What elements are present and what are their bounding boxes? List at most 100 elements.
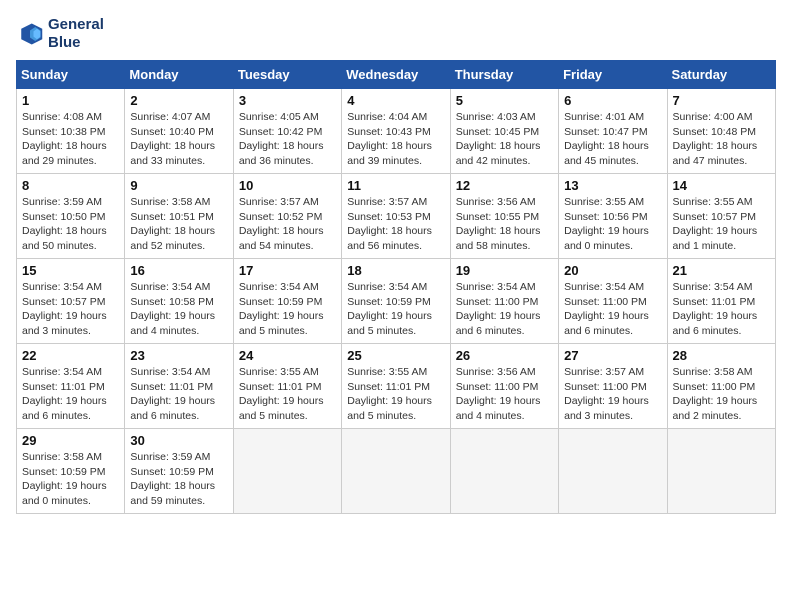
day-cell: 19 Sunrise: 3:54 AMSunset: 11:00 PMDaylig… <box>450 259 558 344</box>
day-number: 26 <box>456 348 553 363</box>
day-number: 8 <box>22 178 119 193</box>
day-cell: 28Sunrise: 3:58 AMSunset: 11:00 PMDaylig… <box>667 344 775 429</box>
day-info: Sunrise: 3:56 AMSunset: 11:00 PMDaylight… <box>456 365 553 424</box>
day-info: Sunrise: 3:56 AMSunset: 10:55 PMDaylight… <box>456 195 553 254</box>
day-info: Sunrise: 3:54 AMSunset: 11:01 PMDaylight… <box>673 280 770 339</box>
day-number: 14 <box>673 178 770 193</box>
week-row: 15 Sunrise: 3:54 AMSunset: 10:57 PMDaylig… <box>17 259 776 344</box>
day-info: Sunrise: 3:54 AMSunset: 10:57 PMDaylight… <box>22 280 119 339</box>
day-number: 15 <box>22 263 119 278</box>
day-number: 24 <box>239 348 336 363</box>
day-number: 2 <box>130 93 227 108</box>
day-cell: 9Sunrise: 3:58 AMSunset: 10:51 PMDayligh… <box>125 174 233 259</box>
day-number: 19 <box>456 263 553 278</box>
day-number: 1 <box>22 93 119 108</box>
day-cell: 14 Sunrise: 3:55 AMSunset: 10:57 PMDaylig… <box>667 174 775 259</box>
weekday-header: Monday <box>125 61 233 89</box>
day-number: 6 <box>564 93 661 108</box>
day-info: Sunrise: 3:57 AMSunset: 11:00 PMDaylight… <box>564 365 661 424</box>
day-info: Sunrise: 3:57 AMSunset: 10:53 PMDaylight… <box>347 195 444 254</box>
day-number: 5 <box>456 93 553 108</box>
day-cell: 15 Sunrise: 3:54 AMSunset: 10:57 PMDaylig… <box>17 259 125 344</box>
day-cell: 2 Sunrise: 4:07 AMSunset: 10:40 PMDayligh… <box>125 89 233 174</box>
day-number: 23 <box>130 348 227 363</box>
day-number: 7 <box>673 93 770 108</box>
week-row: 1 Sunrise: 4:08 AMSunset: 10:38 PMDayligh… <box>17 89 776 174</box>
day-cell: 18 Sunrise: 3:54 AMSunset: 10:59 PMDaylig… <box>342 259 450 344</box>
day-cell: 8 Sunrise: 3:59 AMSunset: 10:50 PMDayligh… <box>17 174 125 259</box>
logo-text: General Blue <box>48 16 104 52</box>
day-cell: 11 Sunrise: 3:57 AMSunset: 10:53 PMDaylig… <box>342 174 450 259</box>
day-info: Sunrise: 4:07 AMSunset: 10:40 PMDaylight… <box>130 110 227 169</box>
logo: General Blue <box>16 16 104 52</box>
day-cell: 24 Sunrise: 3:55 AMSunset: 11:01 PMDaylig… <box>233 344 341 429</box>
day-cell: 10 Sunrise: 3:57 AMSunset: 10:52 PMDaylig… <box>233 174 341 259</box>
day-cell: 6 Sunrise: 4:01 AMSunset: 10:47 PMDayligh… <box>559 89 667 174</box>
day-info: Sunrise: 3:54 AMSunset: 10:58 PMDaylight… <box>130 280 227 339</box>
day-number: 12 <box>456 178 553 193</box>
weekday-header: Thursday <box>450 61 558 89</box>
day-cell: 3 Sunrise: 4:05 AMSunset: 10:42 PMDayligh… <box>233 89 341 174</box>
day-info: Sunrise: 3:54 AMSunset: 11:01 PMDaylight… <box>130 365 227 424</box>
day-cell: 4Sunrise: 4:04 AMSunset: 10:43 PMDayligh… <box>342 89 450 174</box>
day-cell: 12 Sunrise: 3:56 AMSunset: 10:55 PMDaylig… <box>450 174 558 259</box>
weekday-header: Friday <box>559 61 667 89</box>
day-cell: 7Sunrise: 4:00 AMSunset: 10:48 PMDayligh… <box>667 89 775 174</box>
day-info: Sunrise: 3:54 AMSunset: 10:59 PMDaylight… <box>239 280 336 339</box>
day-info: Sunrise: 4:08 AMSunset: 10:38 PMDaylight… <box>22 110 119 169</box>
day-number: 11 <box>347 178 444 193</box>
day-cell <box>342 429 450 514</box>
week-row: 8 Sunrise: 3:59 AMSunset: 10:50 PMDayligh… <box>17 174 776 259</box>
day-cell: 27Sunrise: 3:57 AMSunset: 11:00 PMDaylig… <box>559 344 667 429</box>
day-cell: 13 Sunrise: 3:55 AMSunset: 10:56 PMDaylig… <box>559 174 667 259</box>
day-info: Sunrise: 4:04 AMSunset: 10:43 PMDaylight… <box>347 110 444 169</box>
day-cell: 29 Sunrise: 3:58 AMSunset: 10:59 PMDaylig… <box>17 429 125 514</box>
day-number: 29 <box>22 433 119 448</box>
weekday-header: Tuesday <box>233 61 341 89</box>
day-number: 17 <box>239 263 336 278</box>
day-cell: 1 Sunrise: 4:08 AMSunset: 10:38 PMDayligh… <box>17 89 125 174</box>
weekday-header: Sunday <box>17 61 125 89</box>
day-info: Sunrise: 3:55 AMSunset: 10:57 PMDaylight… <box>673 195 770 254</box>
day-info: Sunrise: 3:55 AMSunset: 11:01 PMDaylight… <box>239 365 336 424</box>
day-cell: 26 Sunrise: 3:56 AMSunset: 11:00 PMDaylig… <box>450 344 558 429</box>
day-info: Sunrise: 3:54 AMSunset: 11:01 PMDaylight… <box>22 365 119 424</box>
day-cell <box>559 429 667 514</box>
day-info: Sunrise: 3:58 AMSunset: 10:59 PMDaylight… <box>22 450 119 509</box>
day-info: Sunrise: 3:54 AMSunset: 10:59 PMDaylight… <box>347 280 444 339</box>
day-cell: 16 Sunrise: 3:54 AMSunset: 10:58 PMDaylig… <box>125 259 233 344</box>
week-row: 22 Sunrise: 3:54 AMSunset: 11:01 PMDaylig… <box>17 344 776 429</box>
day-info: Sunrise: 3:55 AMSunset: 11:01 PMDaylight… <box>347 365 444 424</box>
week-row: 29 Sunrise: 3:58 AMSunset: 10:59 PMDaylig… <box>17 429 776 514</box>
day-info: Sunrise: 3:54 AMSunset: 11:00 PMDaylight… <box>564 280 661 339</box>
day-number: 16 <box>130 263 227 278</box>
day-info: Sunrise: 3:58 AMSunset: 10:51 PMDaylight… <box>130 195 227 254</box>
day-info: Sunrise: 3:54 AMSunset: 11:00 PMDaylight… <box>456 280 553 339</box>
calendar: SundayMondayTuesdayWednesdayThursdayFrid… <box>16 60 776 514</box>
day-number: 18 <box>347 263 444 278</box>
day-info: Sunrise: 4:03 AMSunset: 10:45 PMDaylight… <box>456 110 553 169</box>
weekday-header: Saturday <box>667 61 775 89</box>
day-number: 25 <box>347 348 444 363</box>
day-info: Sunrise: 3:59 AMSunset: 10:50 PMDaylight… <box>22 195 119 254</box>
header: General Blue <box>16 16 776 52</box>
day-number: 21 <box>673 263 770 278</box>
day-info: Sunrise: 3:58 AMSunset: 11:00 PMDaylight… <box>673 365 770 424</box>
day-cell: 22 Sunrise: 3:54 AMSunset: 11:01 PMDaylig… <box>17 344 125 429</box>
day-cell <box>667 429 775 514</box>
day-info: Sunrise: 4:05 AMSunset: 10:42 PMDaylight… <box>239 110 336 169</box>
day-number: 30 <box>130 433 227 448</box>
day-cell: 20Sunrise: 3:54 AMSunset: 11:00 PMDaylig… <box>559 259 667 344</box>
day-number: 22 <box>22 348 119 363</box>
day-info: Sunrise: 3:57 AMSunset: 10:52 PMDaylight… <box>239 195 336 254</box>
day-cell <box>450 429 558 514</box>
day-cell: 23 Sunrise: 3:54 AMSunset: 11:01 PMDaylig… <box>125 344 233 429</box>
logo-icon <box>16 20 44 48</box>
day-number: 3 <box>239 93 336 108</box>
day-number: 13 <box>564 178 661 193</box>
day-info: Sunrise: 3:55 AMSunset: 10:56 PMDaylight… <box>564 195 661 254</box>
day-cell: 21 Sunrise: 3:54 AMSunset: 11:01 PMDaylig… <box>667 259 775 344</box>
day-number: 10 <box>239 178 336 193</box>
day-info: Sunrise: 4:01 AMSunset: 10:47 PMDaylight… <box>564 110 661 169</box>
day-cell: 5 Sunrise: 4:03 AMSunset: 10:45 PMDayligh… <box>450 89 558 174</box>
